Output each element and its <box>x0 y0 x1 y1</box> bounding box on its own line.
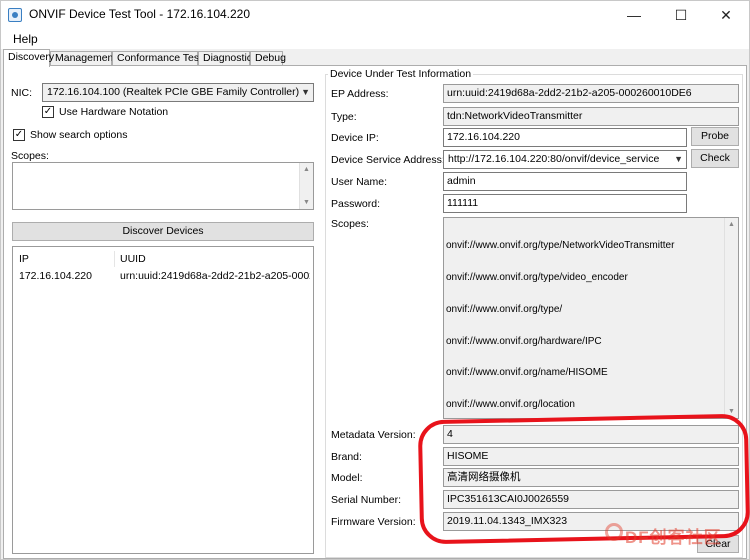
device-scopes-label: Scopes: <box>331 218 369 230</box>
app-window: ONVIF Device Test Tool - 172.16.104.220 … <box>0 0 750 560</box>
metadata-version-label: Metadata Version: <box>331 429 416 441</box>
service-address-select[interactable]: http://172.16.104.220:80/onvif/device_se… <box>443 150 687 169</box>
model-label: Model: <box>331 472 363 484</box>
use-hardware-notation-checkbox[interactable]: ✓ <box>42 106 54 118</box>
scopes-input[interactable]: ▲ ▼ <box>12 162 314 210</box>
firmware-version-label: Firmware Version: <box>331 516 416 528</box>
scroll-down-icon[interactable]: ▼ <box>300 196 313 209</box>
scroll-up-icon[interactable]: ▲ <box>725 218 738 231</box>
brand-label: Brand: <box>331 451 362 463</box>
nic-select[interactable]: 172.16.104.100 (Realtek PCIe GBE Family … <box>42 83 314 102</box>
probe-button[interactable]: Probe <box>691 127 739 146</box>
tab-discovery[interactable]: Discovery <box>3 49 54 67</box>
discovery-panel: NIC: 172.16.104.100 (Realtek PCIe GBE Fa… <box>3 65 747 559</box>
metadata-version-field[interactable]: 4 <box>443 425 739 444</box>
chevron-down-icon: ▼ <box>301 87 310 97</box>
device-scopes-scrollbar[interactable]: ▲ ▼ <box>724 218 738 418</box>
minimize-button[interactable]: — <box>611 1 657 29</box>
close-button[interactable]: ✕ <box>703 1 749 29</box>
window-title: ONVIF Device Test Tool - 172.16.104.220 <box>29 7 251 21</box>
scroll-up-icon[interactable]: ▲ <box>300 163 313 176</box>
maximize-button[interactable]: ☐ <box>658 1 704 29</box>
scope-item: onvif://www.onvif.org/hardware/IPC <box>446 335 602 347</box>
scope-item: onvif://www.onvif.org/location <box>446 399 575 411</box>
ep-address-field[interactable]: urn:uuid:2419d68a-2dd2-21b2-a205-0002600… <box>443 84 739 103</box>
tab-diagnostic[interactable]: Diagnostic <box>198 51 252 66</box>
type-label: Type: <box>331 111 357 123</box>
app-icon <box>8 8 22 22</box>
show-search-options-checkbox[interactable]: ✓ <box>13 129 25 141</box>
scope-item: onvif://www.onvif.org/type/NetworkVideoT… <box>446 240 675 252</box>
device-info-group-title: Device Under Test Information <box>328 68 474 80</box>
nic-select-value: 172.16.104.100 (Realtek PCIe GBE Family … <box>47 86 300 98</box>
tab-management[interactable]: Management <box>50 51 116 66</box>
column-separator <box>114 251 115 267</box>
scopes-label: Scopes: <box>11 150 49 162</box>
serial-number-field[interactable]: IPC351613CAI0J0026559 <box>443 490 739 509</box>
password-label: Password: <box>331 198 381 210</box>
tab-debug[interactable]: Debug <box>250 51 286 66</box>
username-label: User Name: <box>331 176 388 188</box>
check-button[interactable]: Check <box>691 149 739 168</box>
row-uuid: urn:uuid:2419d68a-2dd2-21b2-a205-0002... <box>120 270 310 282</box>
service-address-value: http://172.16.104.220:80/onvif/device_se… <box>448 153 660 165</box>
type-field[interactable]: tdn:NetworkVideoTransmitter <box>443 107 739 126</box>
scroll-down-icon[interactable]: ▼ <box>725 405 738 418</box>
nic-label: NIC: <box>11 87 32 99</box>
device-scopes-field[interactable]: onvif://www.onvif.org/type/NetworkVideoT… <box>443 217 739 419</box>
device-ip-field[interactable]: 172.16.104.220 <box>443 128 687 147</box>
scope-item: onvif://www.onvif.org/type/video_encoder <box>446 271 628 283</box>
username-field[interactable]: admin <box>443 172 687 191</box>
service-address-label: Device Service Address: <box>331 154 445 166</box>
brand-field[interactable]: HISOME <box>443 447 739 466</box>
device-ip-label: Device IP: <box>331 132 379 144</box>
use-hardware-notation-label: Use Hardware Notation <box>59 106 169 118</box>
scopes-scrollbar[interactable]: ▲ ▼ <box>299 163 313 209</box>
discover-devices-button[interactable]: Discover Devices <box>12 222 314 241</box>
serial-number-label: Serial Number: <box>331 494 402 506</box>
row-ip: 172.16.104.220 <box>19 270 92 282</box>
column-header-ip[interactable]: IP <box>19 253 29 265</box>
scope-item: onvif://www.onvif.org/type/ <box>446 303 563 315</box>
device-scopes-list: onvif://www.onvif.org/type/NetworkVideoT… <box>446 220 674 432</box>
chevron-down-icon: ▼ <box>674 154 683 164</box>
watermark: DF创客社区 <box>625 528 722 547</box>
menu-bar: Help <box>1 29 749 49</box>
model-field[interactable]: 高清网络摄像机 <box>443 468 739 487</box>
column-header-uuid[interactable]: UUID <box>120 253 146 265</box>
watermark-logo-icon <box>605 523 623 541</box>
password-field[interactable]: 111111 <box>443 194 687 213</box>
device-list: IP UUID 172.16.104.220 urn:uuid:2419d68a… <box>12 246 314 554</box>
ep-address-label: EP Address: <box>331 88 389 100</box>
menu-help[interactable]: Help <box>13 32 38 46</box>
tab-conformance-test[interactable]: Conformance Test <box>112 51 202 66</box>
show-search-options-label: Show search options <box>30 129 128 141</box>
scope-item: onvif://www.onvif.org/name/HISOME <box>446 367 608 379</box>
title-bar: ONVIF Device Test Tool - 172.16.104.220 … <box>1 1 749 29</box>
